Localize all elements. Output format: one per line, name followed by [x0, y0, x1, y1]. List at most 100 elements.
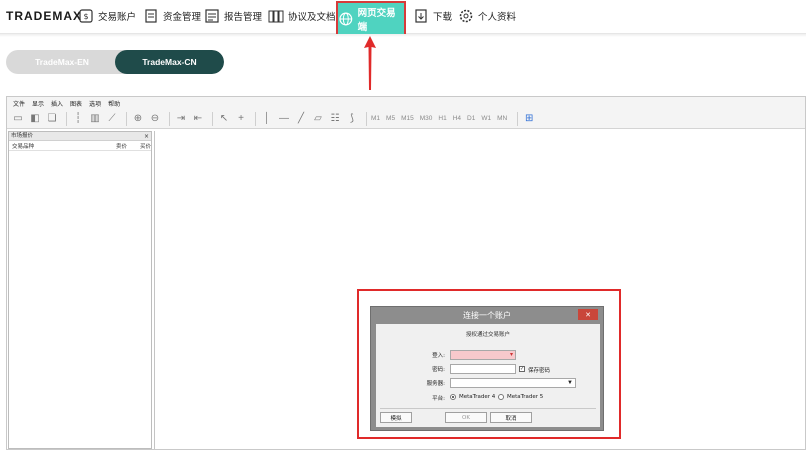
password-field[interactable]: [450, 364, 516, 374]
server-select[interactable]: ▼: [450, 378, 576, 388]
line-chart-icon[interactable]: ⟋: [105, 112, 119, 126]
close-icon[interactable]: ×: [144, 132, 149, 141]
login-field[interactable]: ▾: [450, 350, 516, 360]
toolbar-separator: [212, 111, 213, 126]
nav-label: 网页交易端: [357, 7, 396, 33]
nav-web-trader[interactable]: 网页交易端: [336, 1, 406, 36]
new-order-icon[interactable]: ▭: [11, 112, 25, 126]
menu-view[interactable]: 显示: [32, 99, 44, 108]
platform-mt5-radio[interactable]: [498, 394, 504, 400]
nav-download[interactable]: 下载: [413, 6, 452, 26]
grid-layout-icon[interactable]: ⊞: [522, 112, 536, 126]
toolbar-separator: [366, 111, 367, 126]
ok-button[interactable]: OK: [445, 412, 487, 423]
svg-text:$: $: [83, 12, 88, 21]
toolbar-separator: [255, 111, 256, 126]
nav-label: 资金管理: [163, 12, 202, 23]
trendline-icon[interactable]: ╱: [294, 112, 308, 126]
nav-trading-account[interactable]: $ 交易账户: [78, 6, 136, 26]
password-label: 密码:: [432, 367, 445, 373]
report-icon: [205, 9, 219, 23]
chevron-down-icon[interactable]: ▼: [567, 379, 573, 388]
connect-account-dialog: 连接一个账户 ✕ 授权通过交易账户 登入: ▾ 密码: ✓ 保存密码 服务器: …: [370, 306, 604, 431]
tab-trademax-en[interactable]: TradeMax-EN: [6, 50, 118, 74]
chart-shift-icon[interactable]: ⇥: [174, 112, 188, 126]
candle-chart-icon[interactable]: ▥: [88, 112, 102, 126]
nav-label: 下载: [433, 12, 453, 23]
download-icon: [415, 9, 427, 23]
dialog-body: 授权通过交易账户 登入: ▾ 密码: ✓ 保存密码 服务器: ▼ 平台: Met…: [376, 324, 600, 427]
column-bid[interactable]: 卖价: [89, 142, 127, 150]
dialog-divider: [380, 408, 596, 409]
documents-icon: [268, 10, 284, 23]
gear-icon: [459, 9, 473, 23]
terminal-menubar: 文件 显示 插入 图表 选项 帮助: [7, 97, 805, 109]
platform-mt4-label: MetaTrader 4: [459, 394, 496, 400]
server-tabs: TradeMax-EN TradeMax-CN: [6, 50, 224, 74]
vertical-line-icon[interactable]: │: [260, 112, 274, 126]
timeframe-m5[interactable]: M5: [386, 115, 395, 122]
chevron-down-icon[interactable]: ▾: [510, 351, 513, 360]
timeframe-h4[interactable]: H4: [453, 115, 461, 122]
market-watch-header: 交易品种 卖价 买价: [9, 141, 151, 151]
crosshair-icon[interactable]: +: [234, 112, 248, 126]
cancel-button[interactable]: 取消: [490, 412, 532, 423]
nav-shadow: [0, 34, 806, 37]
nav-label: 报告管理: [224, 12, 263, 23]
timeframe-w1[interactable]: W1: [481, 115, 491, 122]
timeframe-d1[interactable]: D1: [467, 115, 475, 122]
market-watch-title-text: 市场报价: [11, 133, 34, 139]
save-password-label: 保存密码: [528, 368, 551, 374]
nav-reports[interactable]: 报告管理: [204, 6, 262, 26]
column-ask[interactable]: 买价: [127, 142, 151, 150]
menu-file[interactable]: 文件: [13, 99, 25, 108]
platform-label: 平台:: [432, 396, 445, 402]
server-label: 服务器:: [426, 381, 445, 387]
nav-documents[interactable]: 协议及文档: [268, 6, 336, 26]
autoscroll-icon[interactable]: ⇤: [191, 112, 205, 126]
nav-profile[interactable]: 个人资料: [458, 6, 516, 26]
market-watch-title: 市场报价 ×: [9, 132, 151, 141]
platform-mt5-label: MetaTrader 5: [507, 394, 544, 400]
horizontal-line-icon[interactable]: —: [277, 112, 291, 126]
logo[interactable]: TRADEMAX: [6, 9, 82, 23]
zoom-out-icon[interactable]: ⊖: [148, 112, 162, 126]
nav-label: 交易账户: [98, 12, 137, 23]
demo-button[interactable]: 模拟: [380, 412, 412, 423]
nav-funds[interactable]: 资金管理: [143, 6, 201, 26]
arrow-up-icon: [364, 36, 376, 90]
timeframe-mn[interactable]: MN: [497, 115, 507, 122]
menu-options[interactable]: 选项: [89, 99, 101, 108]
terminal-toolbar: ▭ ◧ ❏ ┆ ▥ ⟋ ⊕ ⊖ ⇥ ⇤ ↖ + │ — ╱ ▱ ☷ ⟆ M1 M…: [7, 109, 805, 129]
toolbar-separator: [169, 111, 170, 126]
menu-insert[interactable]: 插入: [51, 99, 63, 108]
toolbar-separator: [517, 111, 519, 126]
dialog-subtitle: 授权通过交易账户: [465, 332, 510, 338]
nav-label: 个人资料: [478, 12, 517, 23]
shapes-icon[interactable]: ⟆: [345, 112, 359, 126]
text-label-icon[interactable]: ▱: [311, 112, 325, 126]
zoom-in-icon[interactable]: ⊕: [131, 112, 145, 126]
fibonacci-icon[interactable]: ☷: [328, 112, 342, 126]
column-symbol[interactable]: 交易品种: [9, 142, 89, 150]
tab-trademax-cn[interactable]: TradeMax-CN: [115, 50, 224, 74]
account-icon: $: [79, 9, 93, 23]
login-label: 登入:: [432, 353, 445, 359]
bar-chart-icon[interactable]: ┆: [71, 112, 85, 126]
panel-splitter[interactable]: [154, 131, 155, 449]
menu-charts[interactable]: 图表: [70, 99, 82, 108]
timeframe-m1[interactable]: M1: [371, 115, 380, 122]
platform-mt4-radio[interactable]: [450, 394, 456, 400]
timeframe-h1[interactable]: H1: [438, 115, 446, 122]
toolbar-separator: [66, 111, 67, 126]
layers-icon[interactable]: ❏: [45, 112, 59, 126]
save-password-checkbox[interactable]: ✓: [519, 366, 525, 372]
profile-icon[interactable]: ◧: [28, 112, 42, 126]
top-navigation: TRADEMAX $ 交易账户 资金管理 报告管理 协议及文档 网页交易端 下载…: [0, 0, 806, 36]
timeframe-m30[interactable]: M30: [420, 115, 433, 122]
menu-help[interactable]: 帮助: [108, 99, 120, 108]
cursor-icon[interactable]: ↖: [217, 112, 231, 126]
close-icon[interactable]: ✕: [578, 309, 598, 320]
dialog-title: 连接一个账户: [463, 311, 511, 320]
timeframe-m15[interactable]: M15: [401, 115, 414, 122]
